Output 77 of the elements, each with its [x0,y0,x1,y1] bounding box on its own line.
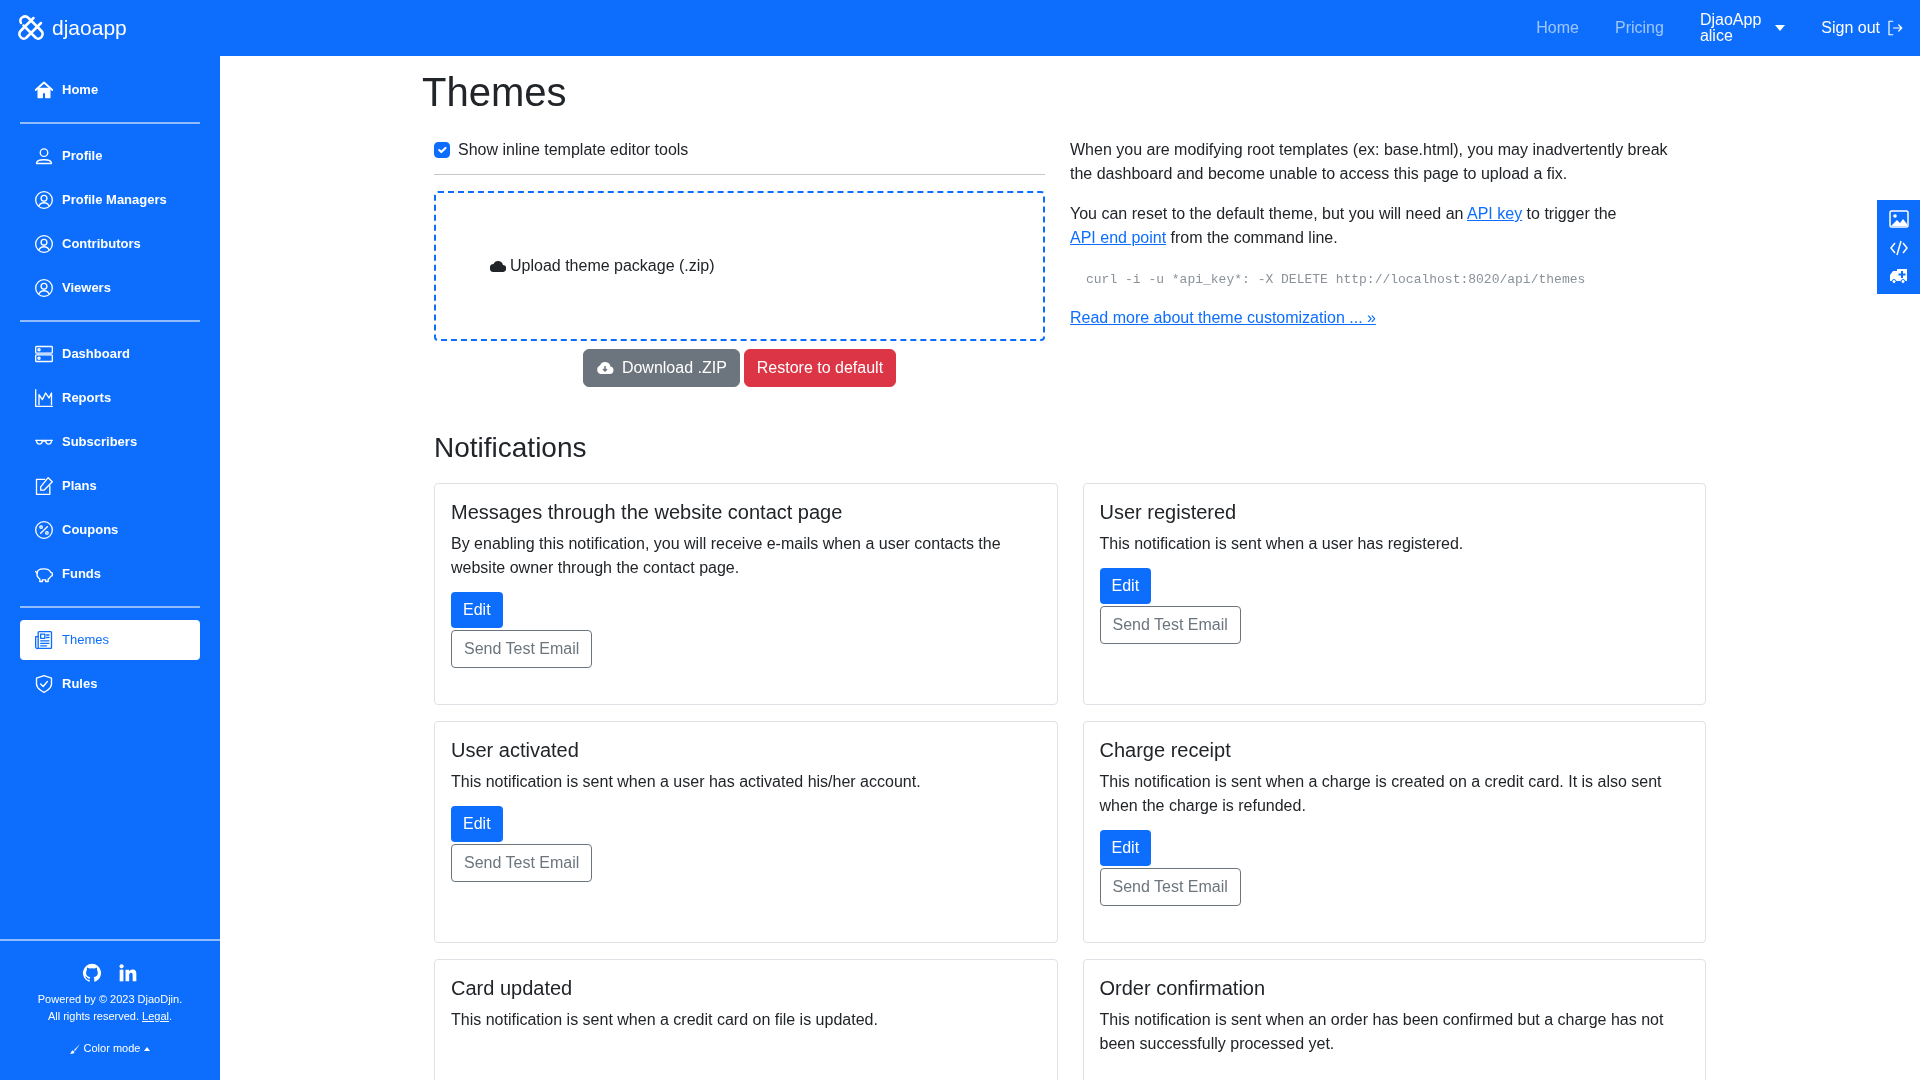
bar-chart-icon [34,388,54,408]
sidebar-item[interactable]: Rules [20,664,200,704]
restore-button[interactable]: Restore to default [743,349,897,387]
card-text: This notification is sent when a user has registered. [1099,533,1465,554]
sidebar-item[interactable]: Themes [20,620,200,660]
edit-button[interactable]: Edit [1099,567,1152,604]
warning-text: When you are modifying root templates (ex: base.html), you may inadvertently break the dashboard and become unable to access this page to upload a fix. [1070,140,1669,184]
server-icon [34,344,54,364]
card-title: Charge receipt [1099,737,1232,762]
sidebar-item[interactable]: Subscribers [20,422,200,462]
linkedin-icon[interactable] [118,963,138,984]
sign-out-icon [1886,19,1904,37]
card-title: User registered [1099,499,1238,524]
color-mode-button[interactable]: Color mode [69,1040,151,1057]
edit-button[interactable]: Edit [1099,829,1152,866]
card-text: This notification is sent when a user has activated his/her account. [451,771,922,792]
edit-button[interactable]: Edit [451,805,503,842]
upload-dropzone[interactable]: Upload theme package (.zip) [434,191,1045,341]
card-title: Messages through the website contact page [451,499,844,524]
nav-link[interactable]: Pricing [1615,16,1664,40]
home-icon [34,80,54,100]
code-icon[interactable] [1889,240,1908,256]
account-menu[interactable]: DjaoApp alice [1699,12,1786,44]
percent-icon [34,520,54,540]
sidebar-item[interactable]: Reports [20,378,200,418]
doc-link[interactable]: API key [1467,205,1523,222]
caret-icon [1775,25,1786,31]
command-text: curl -i -u *api_key*: -X DELETE http://localhost:8020/api/themes [1085,271,1587,289]
read-more-link[interactable]: Read more about theme customization ... » [1070,308,1376,326]
cloud-icon [490,260,506,272]
sidebar-item[interactable]: Plans [20,466,200,506]
ambulance-icon[interactable] [1888,268,1909,284]
inline-tools-checkbox[interactable] [434,142,450,158]
person-circle-icon [34,190,54,210]
newspaper-icon [34,630,54,650]
doc-link[interactable]: API end point [1070,229,1167,246]
sidebar-item[interactable]: Home [20,70,200,110]
reset-text: You can reset to the default theme, but you will need an API key to trigger the API end point from the command line. [1070,204,1618,248]
cloud-download-icon [595,361,614,375]
logo-icon [16,13,46,43]
pencil-square-icon [34,476,54,496]
page-title: Themes [422,69,568,116]
person-circle-icon [34,234,54,254]
person-circle-icon [34,278,54,298]
sign-out-link[interactable]: Sign out [1821,16,1904,40]
sidebar-item[interactable]: Profile [20,136,200,176]
card-title: User activated [451,737,580,762]
sidebar-item[interactable]: Funds [20,554,200,594]
legal-link[interactable]: Legal [142,1009,169,1022]
send-test-email-button[interactable]: Send Test Email [1099,867,1241,906]
shield-check-icon [34,674,54,694]
send-test-email-button[interactable]: Send Test Email [1099,605,1241,644]
send-test-email-button[interactable]: Send Test Email [451,843,593,882]
card-text: This notification is sent when a charge is created on a credit card. It is also sent when the charge is refunded. [1099,771,1663,816]
send-test-email-button[interactable]: Send Test Email [451,629,593,668]
sidebar-item[interactable]: Viewers [20,268,200,308]
download-button[interactable]: Download .ZIP [582,349,740,387]
card-text: This notification is sent when a credit card on file is updated. [451,1009,879,1030]
brand-link[interactable]: djaoapp [16,12,127,44]
sidebar-item[interactable]: Contributors [20,224,200,264]
sidebar-item[interactable]: Profile Managers [20,180,200,220]
caret-icon [144,1046,151,1051]
github-icon[interactable] [82,963,102,984]
sidebar-item[interactable]: Dashboard [20,334,200,374]
person-icon [34,146,54,166]
card-text: This notification is sent when an order has been confirmed but a charge has not been successfully processed yet. [1099,1009,1665,1054]
card-title: Order confirmation [1099,975,1267,1000]
card-title: Card updated [451,975,574,1000]
checkbox-label: Show inline template editor tools [458,140,689,160]
nav-link[interactable]: Home [1536,16,1579,40]
sidebar-item[interactable]: Coupons [20,510,200,550]
image-icon[interactable] [1888,210,1909,228]
section-title: Notifications [434,431,588,465]
edit-button[interactable]: Edit [451,591,503,628]
upload-label: Upload theme package (.zip) [490,254,715,278]
footer-credits: Powered by © 2023 DjaoDjin. All rights reserved. Legal. [36,992,184,1024]
card-text: By enabling this notification, you will receive e-mails when a user contacts the website owner through the contact page. [451,533,1002,578]
